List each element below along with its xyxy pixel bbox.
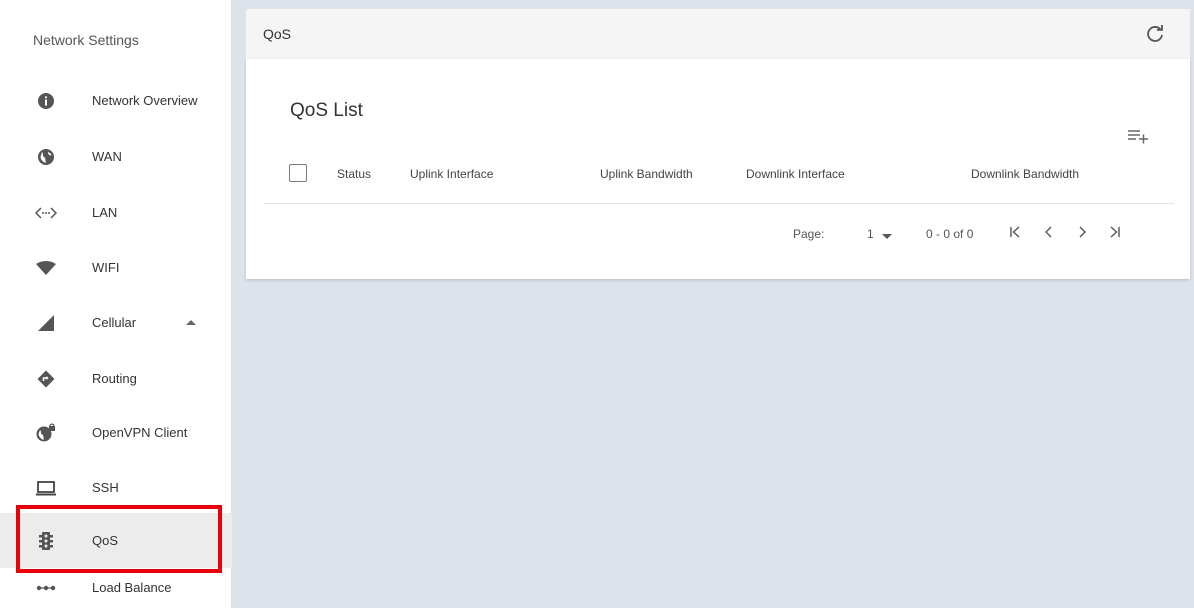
column-header-downlink-bandwidth[interactable]: Downlink Bandwidth bbox=[971, 167, 1079, 181]
playlist-add-icon[interactable] bbox=[1126, 127, 1152, 147]
traffic-light-icon bbox=[33, 528, 59, 554]
sidebar-item-wifi[interactable]: WIFI bbox=[0, 240, 232, 295]
sidebar-item-label: OpenVPN Client bbox=[92, 425, 188, 440]
next-page-icon[interactable] bbox=[1071, 221, 1093, 243]
globe-icon bbox=[33, 144, 59, 170]
sidebar-item-openvpn-client[interactable]: OpenVPN Client bbox=[0, 405, 232, 460]
sidebar-item-load-balance[interactable]: Load Balance bbox=[0, 567, 232, 608]
wifi-icon bbox=[33, 255, 59, 281]
load-balance-icon bbox=[33, 575, 59, 601]
sidebar-item-label: Cellular bbox=[92, 315, 137, 330]
page-label: Page: bbox=[793, 227, 825, 241]
sidebar-item-wan[interactable]: WAN bbox=[0, 129, 232, 184]
info-icon bbox=[33, 88, 59, 114]
sidebar-item-label: SSH bbox=[92, 480, 119, 495]
column-header-uplink-interface[interactable]: Uplink Interface bbox=[410, 167, 493, 181]
sidebar-item-cellular[interactable]: Cellular bbox=[0, 295, 232, 350]
sidebar-item-label: Routing bbox=[92, 371, 137, 386]
sidebar-item-label: WIFI bbox=[92, 260, 120, 275]
column-header-downlink-interface[interactable]: Downlink Interface bbox=[746, 167, 845, 181]
routing-icon bbox=[33, 366, 59, 392]
sidebar: Network Settings Network Overview WAN LA… bbox=[0, 0, 232, 608]
sidebar-item-routing[interactable]: Routing bbox=[0, 351, 232, 406]
sidebar-item-ssh[interactable]: SSH bbox=[0, 460, 232, 515]
laptop-icon bbox=[33, 475, 59, 501]
vpn-globe-lock-icon bbox=[33, 420, 59, 446]
qos-list-card: QoS List Status Uplink Interface Uplink … bbox=[246, 59, 1190, 279]
sidebar-item-label: LAN bbox=[92, 205, 118, 220]
table-header-row: Status Uplink Interface Uplink Bandwidth… bbox=[264, 154, 1174, 204]
card-title: QoS List bbox=[290, 100, 363, 121]
dropdown-arrow-icon[interactable] bbox=[882, 234, 892, 239]
column-header-uplink-bandwidth[interactable]: Uplink Bandwidth bbox=[600, 167, 693, 181]
last-page-icon[interactable] bbox=[1104, 221, 1126, 243]
sidebar-item-network-overview[interactable]: Network Overview bbox=[0, 73, 232, 128]
page-range: 0 - 0 of 0 bbox=[926, 227, 974, 241]
sidebar-title: Network Settings bbox=[33, 32, 139, 48]
sidebar-item-label: QoS bbox=[92, 533, 119, 548]
page-title: QoS bbox=[263, 26, 292, 42]
chevron-up-icon bbox=[186, 320, 196, 325]
refresh-icon[interactable] bbox=[1143, 22, 1167, 46]
sidebar-item-label: Network Overview bbox=[92, 93, 198, 108]
page-header: QoS bbox=[246, 9, 1190, 59]
page-select-value[interactable]: 1 bbox=[867, 227, 874, 241]
sidebar-item-label: WAN bbox=[92, 149, 122, 164]
select-all-checkbox[interactable] bbox=[289, 164, 307, 182]
sidebar-item-qos[interactable]: QoS bbox=[0, 513, 232, 568]
previous-page-icon[interactable] bbox=[1038, 221, 1060, 243]
column-header-status[interactable]: Status bbox=[337, 167, 371, 181]
sidebar-item-label: Load Balance bbox=[92, 580, 172, 595]
first-page-icon[interactable] bbox=[1004, 221, 1026, 243]
lan-icon bbox=[33, 200, 59, 226]
sidebar-item-lan[interactable]: LAN bbox=[0, 185, 232, 240]
cellular-signal-icon bbox=[33, 310, 59, 336]
